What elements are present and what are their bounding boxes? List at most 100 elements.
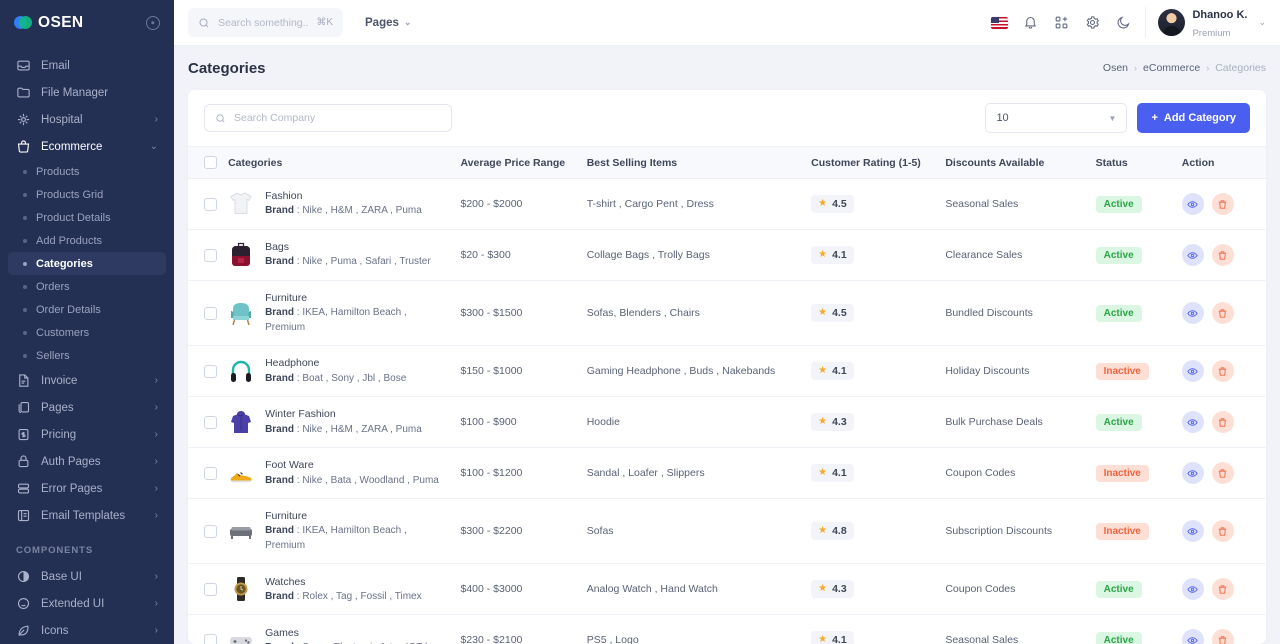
sidebar-item-email-templates[interactable]: Email Templates › (8, 502, 166, 529)
delete-button[interactable] (1211, 520, 1234, 543)
moon-icon (1116, 15, 1131, 30)
delete-button[interactable] (1211, 244, 1234, 266)
bell-icon (1023, 15, 1038, 30)
row-checkbox[interactable] (204, 415, 217, 429)
brand-list: Nike , Puma , Safari , Truster (302, 256, 431, 268)
delete-button[interactable] (1211, 193, 1234, 215)
company-search-input[interactable] (234, 112, 441, 124)
price-range-cell: $150 - $1000 (454, 345, 581, 398)
sidebar-item-pricing[interactable]: Pricing › (8, 421, 166, 448)
page-title: Categories (188, 59, 266, 77)
bullet-icon (23, 330, 27, 335)
select-all-checkbox[interactable] (204, 156, 217, 169)
add-category-label: Add Category (1163, 112, 1236, 124)
row-select-cell (188, 229, 223, 281)
profile-menu[interactable]: Dhanoo K. Premium ⌄ (1145, 7, 1266, 39)
delete-button[interactable] (1211, 578, 1234, 601)
view-button[interactable] (1181, 462, 1204, 485)
brand-logo[interactable]: OSEN (0, 0, 174, 46)
status-cell: Inactive (1089, 345, 1176, 398)
search-icon (198, 17, 210, 29)
brand-label: Brand (265, 474, 294, 486)
apps-button[interactable] (1046, 7, 1077, 38)
breadcrumb-ecommerce[interactable]: eCommerce (1143, 62, 1200, 74)
view-button[interactable] (1181, 193, 1204, 215)
notifications-button[interactable] (1015, 7, 1046, 38)
sidebar-item-products-grid[interactable]: Products Grid (8, 183, 166, 206)
rating-cell: ★ 4.5 (805, 178, 940, 230)
company-search[interactable] (204, 104, 452, 132)
sidebar-item-icons[interactable]: Icons › (8, 617, 166, 644)
lock-icon (16, 454, 31, 469)
price-range-cell: $100 - $900 (454, 396, 581, 449)
view-button[interactable] (1181, 360, 1204, 383)
delete-button[interactable] (1211, 360, 1234, 383)
collapse-dot-icon[interactable] (146, 16, 160, 30)
star-icon: ★ (818, 365, 828, 377)
sidebar-item-email[interactable]: Email (8, 52, 166, 79)
settings-button[interactable] (1077, 7, 1108, 38)
bullet-icon (23, 169, 27, 174)
brand-list: Nike , Bata , Woodland , Puma (302, 474, 439, 486)
breadcrumb-osen[interactable]: Osen (1103, 62, 1128, 74)
delete-button[interactable] (1211, 629, 1234, 644)
row-checkbox[interactable] (204, 633, 217, 644)
sidebar-item-products[interactable]: Products (8, 160, 166, 183)
chevron-right-icon: › (154, 570, 158, 582)
page-size-select[interactable]: 10 ▼ (985, 103, 1128, 133)
delete-button[interactable] (1211, 462, 1234, 485)
sidebar-item-invoice[interactable]: Invoice › (8, 367, 166, 394)
brand-label: Brand (265, 590, 294, 602)
view-button[interactable] (1181, 520, 1204, 543)
eye-icon (1187, 584, 1198, 595)
global-search[interactable]: ⌘K (188, 8, 343, 37)
row-checkbox[interactable] (204, 524, 217, 538)
shopping-bag-icon (16, 139, 31, 154)
sneaker-icon (228, 458, 254, 488)
language-button[interactable] (984, 7, 1015, 38)
sidebar-item-extended-ui[interactable]: Extended UI › (8, 590, 166, 617)
view-button[interactable] (1181, 411, 1204, 434)
delete-button[interactable] (1211, 302, 1234, 325)
row-checkbox[interactable] (204, 306, 217, 320)
sidebar-item-file-manager[interactable]: File Manager (8, 79, 166, 106)
sidebar-item-sellers[interactable]: Sellers (8, 344, 166, 367)
row-checkbox[interactable] (204, 197, 217, 211)
table-row: Bags Brand : Nike , Puma , Safari , Trust… (188, 229, 1266, 281)
inbox-icon (16, 58, 31, 73)
flag-us-icon (991, 16, 1009, 29)
view-button[interactable] (1181, 629, 1204, 644)
view-button[interactable] (1181, 302, 1204, 325)
dark-mode-toggle[interactable] (1108, 7, 1139, 38)
sidebar-subitem-label: Order Details (36, 303, 101, 316)
view-button[interactable] (1181, 244, 1204, 266)
file-invoice-icon (16, 373, 31, 388)
price-range-cell: $100 - $1200 (454, 447, 581, 500)
row-checkbox[interactable] (204, 582, 217, 596)
sidebar-item-order-details[interactable]: Order Details (8, 298, 166, 321)
rating-badge: ★ 4.1 (811, 246, 854, 264)
pages-menu[interactable]: Pages ⌄ (365, 17, 411, 29)
sidebar-item-ecommerce[interactable]: Ecommerce ⌄ (8, 133, 166, 160)
sidebar-item-error-pages[interactable]: Error Pages › (8, 475, 166, 502)
row-checkbox[interactable] (204, 248, 217, 262)
sidebar-item-customers[interactable]: Customers (8, 321, 166, 344)
sidebar-item-product-details[interactable]: Product Details (8, 206, 166, 229)
sidebar-item-add-products[interactable]: Add Products (8, 229, 166, 252)
delete-button[interactable] (1211, 411, 1234, 434)
sidebar-item-hospital[interactable]: Hospital › (8, 106, 166, 133)
sidebar-item-base-ui[interactable]: Base UI › (8, 563, 166, 590)
sidebar-item-auth-pages[interactable]: Auth Pages › (8, 448, 166, 475)
row-checkbox[interactable] (204, 364, 217, 378)
row-select-cell (188, 396, 223, 449)
sidebar-item-categories[interactable]: Categories (8, 252, 166, 275)
add-category-button[interactable]: + Add Category (1137, 103, 1250, 133)
sidebar-item-orders[interactable]: Orders (8, 275, 166, 298)
row-checkbox[interactable] (204, 466, 217, 480)
sidebar-item-pages[interactable]: Pages › (8, 394, 166, 421)
chevron-right-icon: › (154, 401, 158, 413)
table-row: Winter Fashion Brand : Nike , H&M , ZARA … (188, 396, 1266, 449)
view-button[interactable] (1181, 578, 1204, 601)
search-input[interactable] (218, 16, 309, 29)
breadcrumb: Osen › eCommerce › Categories (1103, 62, 1266, 74)
